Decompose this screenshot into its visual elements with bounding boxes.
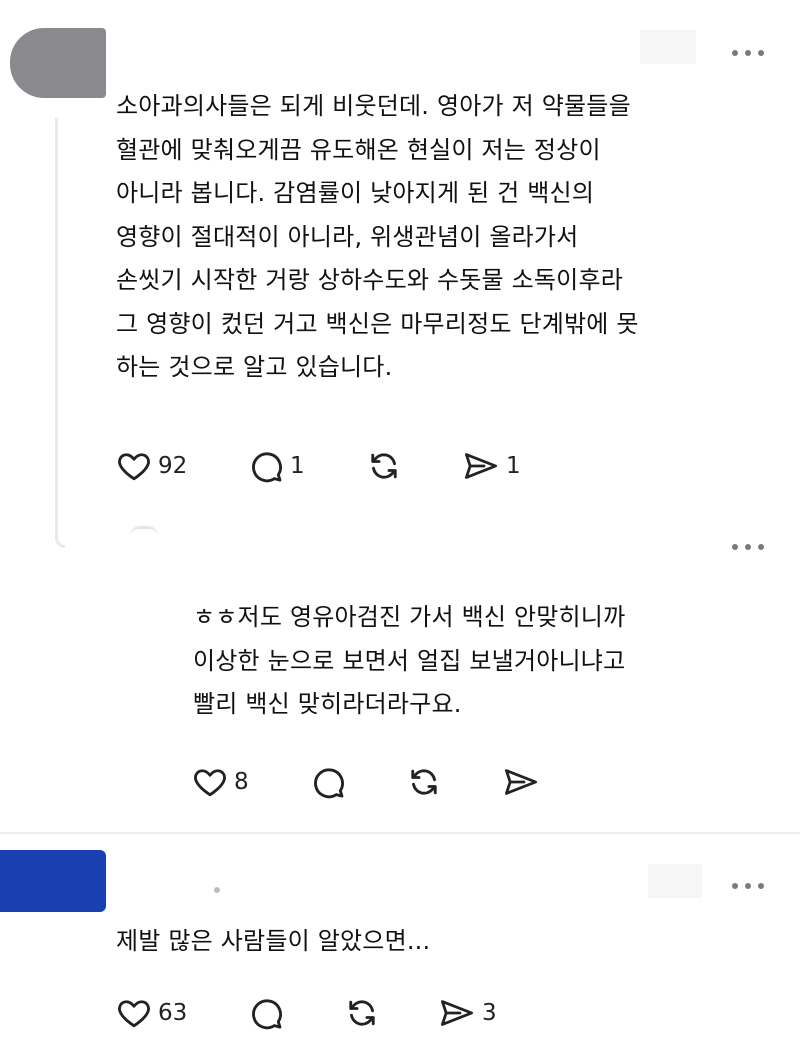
post-text-line: 영향이 절대적이 아니라, 위생관념이 올라가서 [116,222,579,251]
post-text-line: 소아과의사들은 되게 비웃던데. 영아가 저 약물들을 [116,92,631,120]
repost-arrows-icon [349,1000,375,1026]
heart-icon [118,1000,150,1028]
more-dots-icon [732,544,738,550]
share-button[interactable]: 1 [462,446,521,486]
comment-button[interactable]: 1 [248,446,366,486]
repost-button[interactable] [366,446,462,486]
share-count: 1 [506,453,521,479]
avatar[interactable] [10,28,106,98]
post-body: 제발 많은 사람들이 알았으면... [116,920,430,964]
send-paper-plane-icon [464,453,498,479]
avatar[interactable] [130,526,158,536]
comment-count: 1 [290,453,305,479]
like-count: 8 [234,769,249,795]
post-actions: 63 3 [116,993,497,1033]
send-paper-plane-icon [504,769,538,795]
comment-bubble-icon [314,768,344,799]
like-button[interactable]: 63 [116,993,248,1033]
reply-body: ㅎㅎ저도 영유아검진 가서 백신 안맞히니까 이상한 눈으로 보면서 얼집 보낼… [193,596,625,727]
more-options-button[interactable] [728,43,768,63]
repost-button[interactable] [406,762,502,802]
username-redacted-area [640,30,696,64]
post-text-line: 하는 것으로 알고 있습니다. [116,353,393,381]
post-text-line: 그 영향이 컸던 거고 백신은 마무리정도 단계밖에 못 [116,309,639,338]
separator-dot [214,887,220,893]
divider [0,832,800,834]
post-text-line: 이상한 눈으로 보면서 얼집 보낼거아니냐고 [193,646,626,675]
repost-arrows-icon [371,453,397,479]
post-text-line: ㅎㅎ저도 영유아검진 가서 백신 안맞히니까 [193,603,626,631]
post-body: 소아과의사들은 되게 비웃던데. 영아가 저 약물들을 혈관에 맞춰오게끔 유도… [116,85,639,390]
comment-button[interactable] [248,993,344,1033]
like-count: 92 [158,453,188,479]
avatar[interactable] [0,850,106,912]
share-button[interactable]: 3 [438,993,497,1033]
share-count: 3 [482,1000,497,1026]
post-text-line: 아니라 봅니다. 감염률이 낮아지게 된 건 백신의 [116,179,595,207]
repost-arrows-icon [411,769,437,795]
post-actions: 92 1 1 [116,446,521,486]
post-text-line: 손씻기 시작한 거랑 상하수도와 수돗물 소독이후라 [116,266,624,294]
share-button[interactable] [502,762,546,802]
comment-bubble-icon [252,452,282,483]
like-button[interactable]: 8 [192,762,310,802]
post-text-line: 빨리 백신 맞히라더라구요. [193,690,462,718]
more-dots-icon [732,50,738,56]
post-text-line: 제발 많은 사람들이 알았으면... [116,927,431,955]
heart-icon [118,453,150,481]
more-options-button[interactable] [728,876,768,896]
username-redacted-area [648,864,702,898]
comment-button[interactable] [310,762,406,802]
repost-button[interactable] [344,993,438,1033]
post-actions: 8 [192,762,546,802]
thread-connector-line [55,118,65,548]
like-button[interactable]: 92 [116,446,248,486]
more-dots-icon [732,883,738,889]
comment-bubble-icon [252,999,282,1030]
send-paper-plane-icon [440,1000,474,1026]
like-count: 63 [158,1000,188,1026]
post-text-line: 혈관에 맞춰오게끔 유도해온 현실이 저는 정상이 [116,135,601,164]
heart-icon [194,769,226,797]
more-options-button[interactable] [728,537,768,557]
